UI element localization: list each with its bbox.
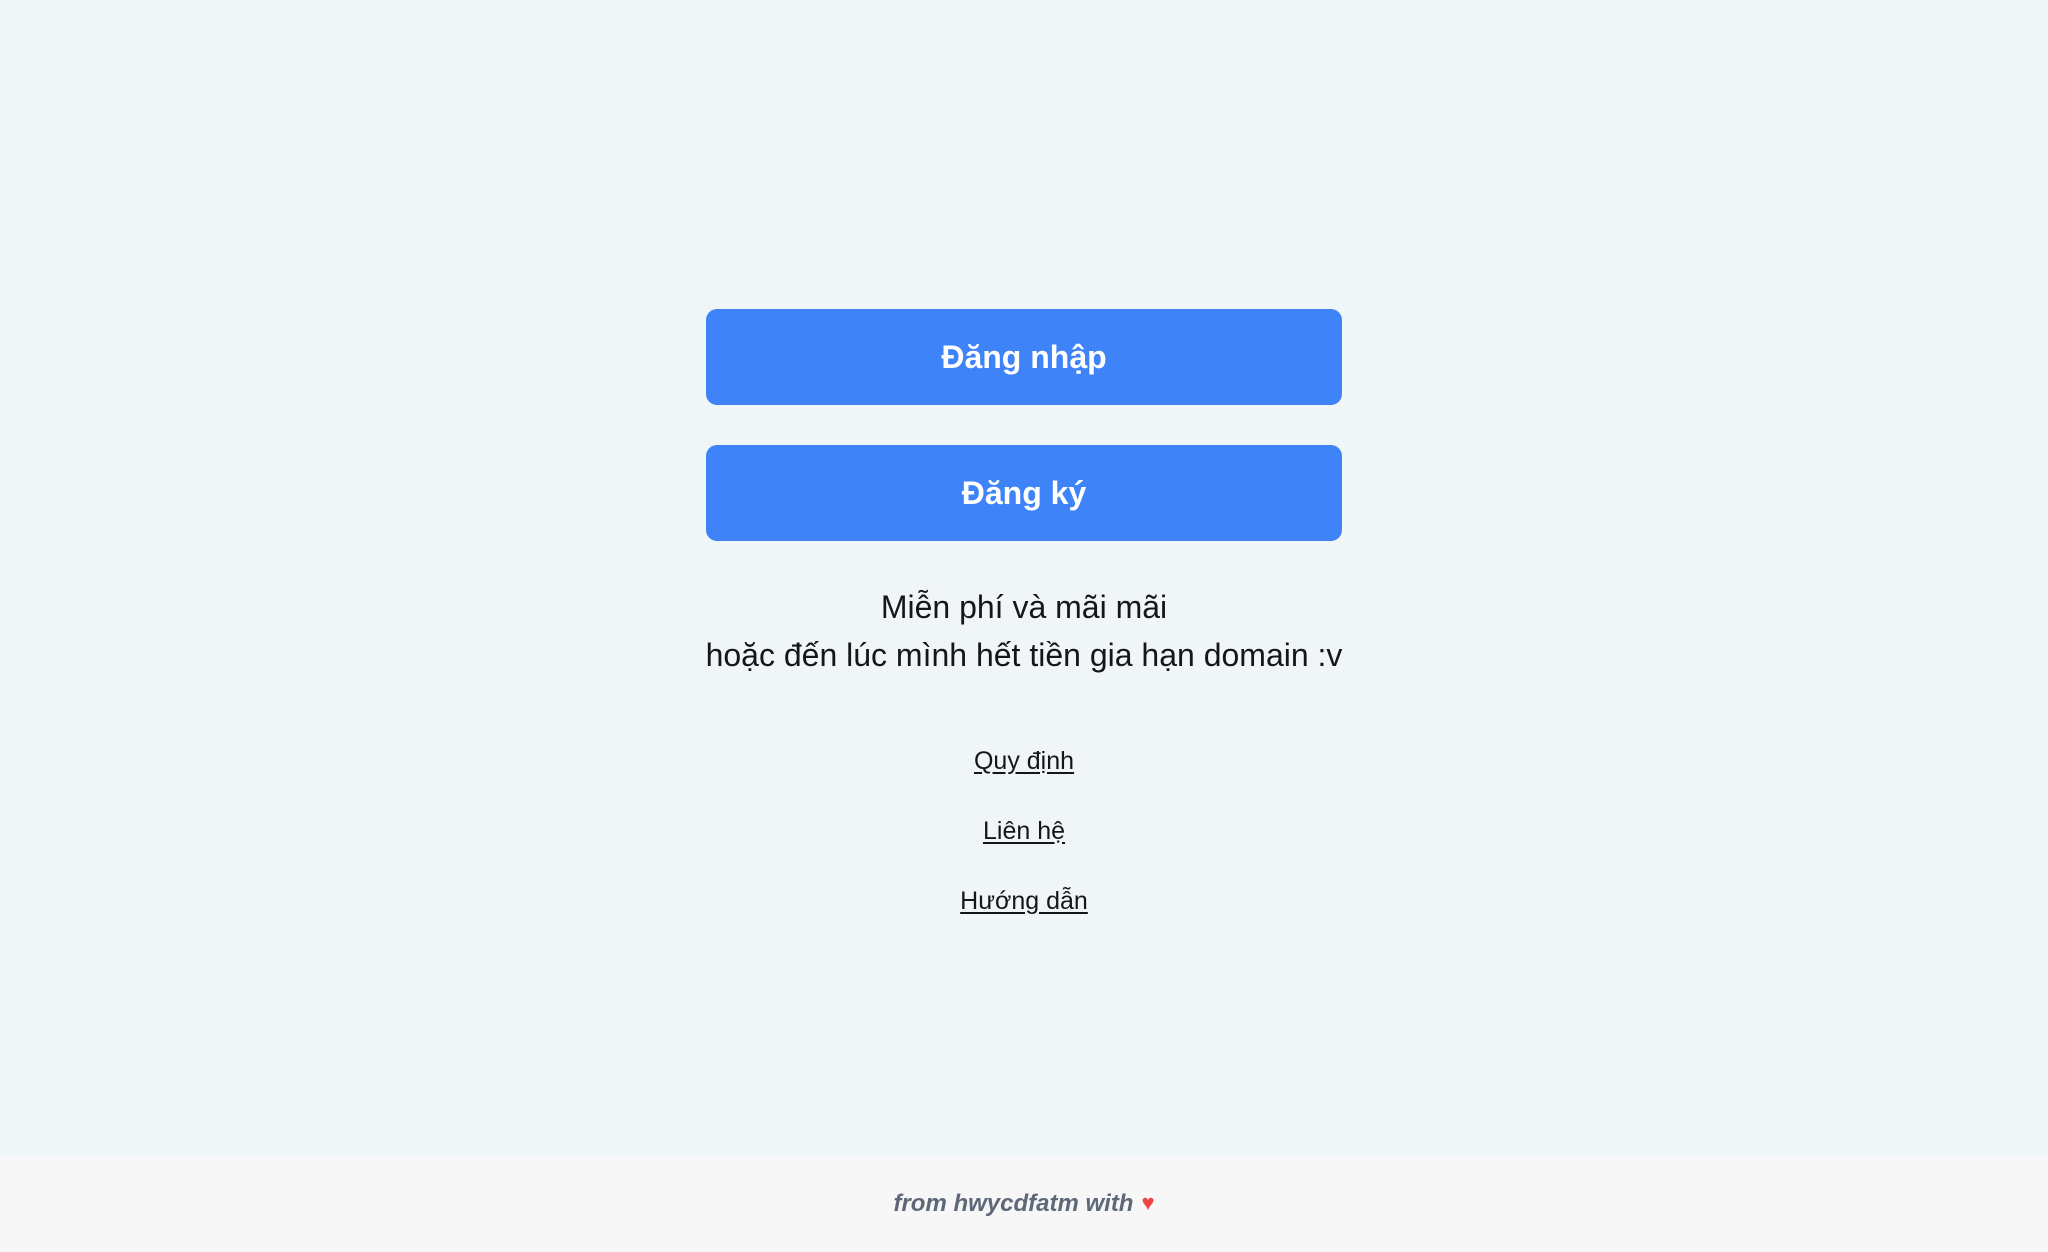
guide-link[interactable]: Hướng dẫn bbox=[874, 889, 1174, 914]
heart-icon: ♥ bbox=[1141, 1190, 1155, 1215]
tagline-domain-note: hoặc đến lúc mình hết tiền gia hạn domai… bbox=[705, 637, 1343, 673]
footer-credit-text: from hwycdfatm with bbox=[893, 1190, 1134, 1217]
contact-link[interactable]: Liên hệ bbox=[874, 819, 1174, 844]
tagline-free-forever: Miễn phí và mãi mãi bbox=[880, 589, 1168, 625]
login-button[interactable]: Đăng nhập bbox=[706, 309, 1342, 405]
main-content: Đăng nhập Đăng ký Miễn phí và mãi mãi ho… bbox=[0, 0, 2048, 1156]
register-button[interactable]: Đăng ký bbox=[706, 445, 1342, 541]
footer: from hwycdfatm with ♥ bbox=[0, 1156, 2048, 1252]
rules-link[interactable]: Quy định bbox=[874, 749, 1174, 774]
footer-credit: from hwycdfatm with ♥ bbox=[893, 1190, 1154, 1218]
